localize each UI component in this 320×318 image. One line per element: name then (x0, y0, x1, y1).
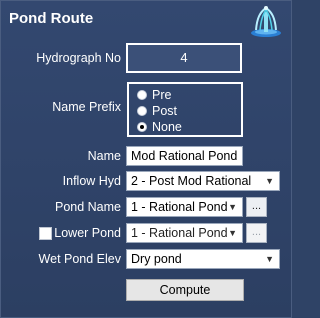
chevron-down-icon: ▼ (265, 176, 274, 186)
inflow-hyd-label: Inflow Hyd (62, 174, 121, 188)
panel-title: Pond Route (9, 10, 94, 27)
name-input[interactable]: Mod Rational Pond (126, 146, 243, 166)
pond-name-label: Pond Name (54, 200, 121, 214)
radio-pre-indicator (137, 90, 147, 100)
inflow-hyd-value: 2 - Post Mod Rational (131, 174, 252, 188)
inflow-hyd-select[interactable]: 2 - Post Mod Rational ▼ (126, 171, 280, 191)
radio-pre[interactable]: Pre (137, 88, 171, 102)
radio-pre-label: Pre (152, 88, 172, 102)
wet-pond-elev-label: Wet Pond Elev (38, 252, 121, 266)
chevron-down-icon: ▼ (228, 202, 237, 212)
pond-name-browse-button[interactable]: ... (246, 197, 267, 217)
radio-post-label: Post (152, 104, 178, 118)
name-prefix-label: Name Prefix (52, 100, 121, 114)
compute-button[interactable]: Compute (126, 279, 244, 301)
radio-none-indicator (137, 122, 147, 132)
chevron-down-icon: ▼ (265, 254, 274, 264)
pond-fountain-icon (251, 6, 281, 37)
pond-name-select[interactable]: 1 - Rational Pond ▼ (126, 197, 243, 217)
wet-pond-elev-value: Dry pond (131, 252, 182, 266)
hydrograph-label: Hydrograph No (36, 51, 121, 65)
radio-none[interactable]: None (137, 120, 182, 134)
radio-post[interactable]: Post (137, 104, 177, 118)
radio-none-label: None (152, 120, 182, 134)
chevron-down-icon: ▼ (228, 228, 237, 238)
lower-pond-select[interactable]: 1 - Rational Pond ▼ (126, 223, 243, 243)
name-label: Name (87, 149, 121, 163)
radio-post-indicator (137, 106, 147, 116)
name-prefix-radio-group: Pre Post None (127, 82, 243, 137)
lower-pond-label: Lower Pond (54, 226, 121, 240)
wet-pond-elev-select[interactable]: Dry pond ▼ (126, 249, 280, 269)
lower-pond-browse-button[interactable]: ... (246, 223, 267, 243)
lower-pond-value: 1 - Rational Pond (131, 226, 228, 240)
pond-route-panel: Pond Route Hydrograph No 4 Name Prefix P… (0, 0, 292, 318)
hydrograph-number-field[interactable]: 4 (126, 43, 242, 73)
pond-name-value: 1 - Rational Pond (131, 200, 228, 214)
